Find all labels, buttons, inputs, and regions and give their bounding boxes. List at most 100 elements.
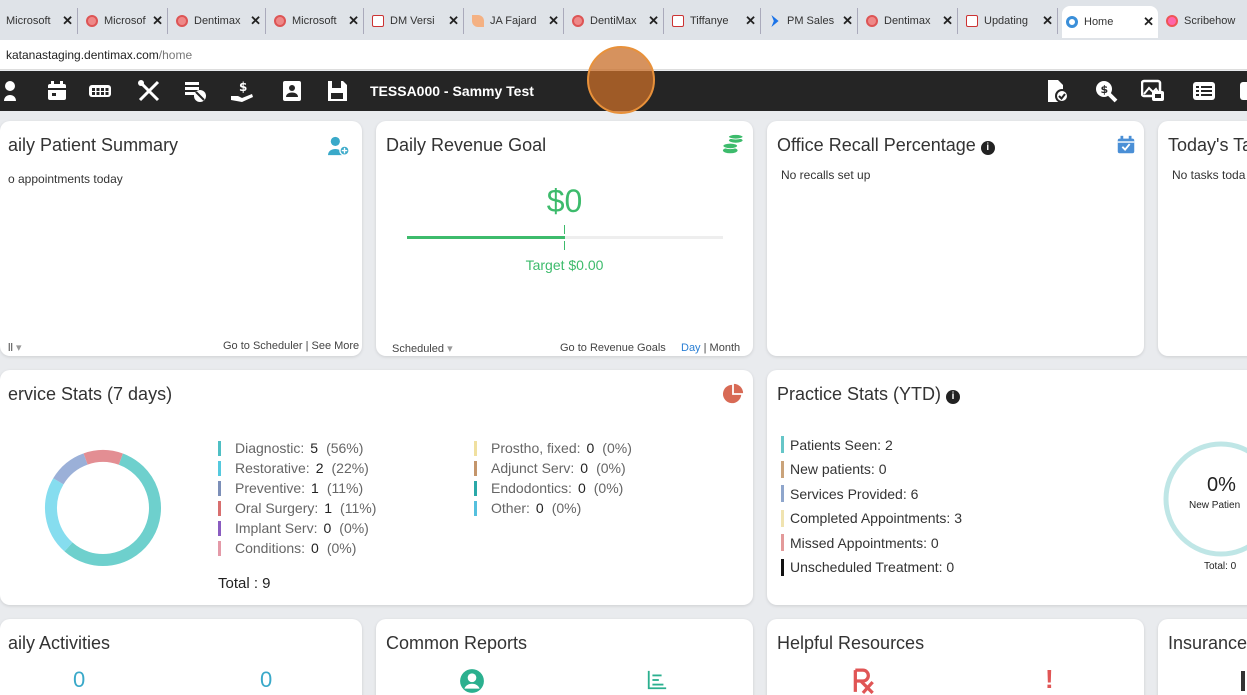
stat-color-bar: [781, 558, 784, 576]
legend-item: Restorative: 2 (22%): [218, 460, 369, 476]
tab-favicon-icon: [1166, 15, 1178, 27]
activity-value-2[interactable]: 0: [260, 667, 272, 693]
more-icon[interactable]: [1238, 79, 1247, 103]
target-tick-bottom: [564, 241, 565, 250]
browser-tab[interactable]: Microsoft ✕: [270, 8, 364, 34]
period-month[interactable]: Month: [710, 342, 741, 354]
browser-tab[interactable]: Updating ✕: [962, 8, 1058, 34]
go-to-revenue-goals-link[interactable]: Go to Revenue Goals: [560, 342, 666, 354]
tab-close-icon[interactable]: ✕: [842, 13, 853, 29]
browser-tab[interactable]: Microsoft ✕: [82, 8, 168, 34]
tab-favicon-icon: [176, 15, 188, 27]
user-circle-icon[interactable]: [459, 668, 485, 694]
tab-close-icon[interactable]: ✕: [745, 13, 756, 29]
period-day[interactable]: Day: [681, 342, 701, 354]
activity-value-1[interactable]: 0: [73, 667, 85, 693]
tab-close-icon[interactable]: ✕: [250, 13, 261, 29]
appointments-message: o appointments today: [8, 172, 123, 186]
legend-item: Prostho, fixed: 0 (0%): [474, 440, 632, 456]
tab-title: Home: [1084, 16, 1114, 28]
tab-title: Microsoft: [104, 15, 147, 27]
card-title: Common Reports: [386, 633, 528, 653]
browser-tab[interactable]: PM Sales ✕: [765, 8, 858, 34]
calendar-check-icon[interactable]: [1115, 134, 1137, 156]
see-more-link[interactable]: See More: [311, 340, 359, 352]
patient-icon[interactable]: [4, 79, 28, 103]
legend-percent: (22%): [331, 460, 369, 476]
browser-tab[interactable]: Home ✕: [1062, 6, 1158, 38]
bar-chart-icon[interactable]: [646, 669, 668, 691]
donut-slice: [53, 453, 88, 485]
prescription-rx-icon[interactable]: [851, 668, 877, 694]
calendar-icon[interactable]: [45, 79, 69, 103]
list-icon[interactable]: [1192, 79, 1216, 103]
tab-title: Updating: [984, 15, 1029, 27]
go-to-scheduler-link[interactable]: Go to Scheduler: [223, 340, 303, 352]
search-dollar-icon[interactable]: $: [1094, 79, 1118, 103]
pie-chart-icon[interactable]: [722, 383, 744, 405]
practice-stat-item: Services Provided: 6: [781, 485, 918, 502]
tab-close-icon[interactable]: ✕: [348, 13, 359, 29]
donut-slice: [45, 478, 73, 552]
browser-tab[interactable]: Dentimax ✕: [862, 8, 958, 34]
legend-item: Adjunct Serv: 0 (0%): [474, 460, 626, 476]
revenue-filter-dropdown[interactable]: Scheduled ▾: [392, 342, 453, 355]
info-icon[interactable]: i: [946, 390, 961, 404]
legend-label: Implant Serv:: [235, 520, 318, 536]
legend-percent: (56%): [326, 440, 364, 456]
legend-count: 1: [324, 500, 333, 516]
revenue-target: Target $0.00: [525, 257, 604, 273]
patient-filter-dropdown[interactable]: ll ▾: [8, 341, 21, 354]
tab-close-icon[interactable]: ✕: [1143, 14, 1154, 30]
tab-close-icon[interactable]: ✕: [942, 13, 953, 29]
browser-tab[interactable]: Tiffanye ✕: [668, 8, 761, 34]
tab-close-icon[interactable]: ✕: [548, 13, 559, 29]
contact-card-icon[interactable]: [280, 79, 304, 103]
url-path: /home: [158, 47, 193, 62]
stat-label: Patients Seen: 2: [790, 436, 893, 453]
practice-stat-item: Patients Seen: 2: [781, 436, 893, 453]
browser-tab[interactable]: Scribehow: [1162, 8, 1247, 34]
dental-tools-icon[interactable]: [137, 79, 161, 103]
legend-label: Oral Surgery:: [235, 500, 319, 516]
url-host: katanastaging.dentimax.com: [6, 47, 159, 62]
teeth-chart-icon[interactable]: [88, 79, 112, 103]
prescription-icon[interactable]: [183, 79, 207, 103]
tab-title: PM Sales: [787, 15, 835, 27]
card-title: Daily Revenue Goal: [386, 135, 547, 155]
browser-tab[interactable]: DentiMax ✕: [568, 8, 664, 34]
document-check-icon[interactable]: [1045, 79, 1069, 103]
tab-favicon-icon: [771, 15, 779, 27]
legend-color-swatch: [218, 520, 221, 536]
browser-tab[interactable]: Dentimax ✕: [172, 8, 266, 34]
tab-close-icon[interactable]: ✕: [1042, 13, 1053, 29]
service-stats-card: ervice Stats (7 days) Diagnostic: 5 (56%) R…: [0, 370, 753, 605]
save-icon[interactable]: [325, 79, 349, 103]
donut-slice: [83, 450, 123, 465]
add-user-icon[interactable]: [328, 135, 350, 157]
helpful-resources-card: Helpful Resources !: [767, 619, 1144, 695]
info-icon[interactable]: i: [980, 141, 995, 155]
filter-value: ll: [8, 342, 13, 354]
browser-tab[interactable]: Microsoft ✕: [0, 8, 78, 34]
alert-icon[interactable]: !: [1045, 664, 1054, 695]
image-gallery-icon[interactable]: [1141, 79, 1165, 103]
stat-label: New patients: 0: [790, 461, 887, 477]
tab-close-icon[interactable]: ✕: [448, 13, 459, 29]
ring-total: Total: 0: [1204, 561, 1237, 572]
legend-color-swatch: [218, 440, 221, 456]
insurance-icon[interactable]: [1241, 671, 1245, 691]
legend-item: Other: 0 (0%): [474, 500, 581, 516]
tab-close-icon[interactable]: ✕: [152, 13, 163, 29]
patient-name[interactable]: TESSA000 - Sammy Test: [370, 83, 534, 99]
browser-tab[interactable]: JA Fajard ✕: [468, 8, 564, 34]
daily-activities-card: aily Activities 0 0: [0, 619, 362, 695]
ring-label: New Patien: [1189, 500, 1241, 511]
tab-close-icon[interactable]: ✕: [62, 13, 73, 29]
browser-tab[interactable]: DM Versi ✕: [368, 8, 464, 34]
title-text: Practice Stats (YTD): [777, 384, 942, 404]
revenue-amount: $0: [546, 183, 583, 219]
tab-close-icon[interactable]: ✕: [648, 13, 659, 29]
coins-icon[interactable]: [722, 134, 744, 156]
payment-hand-icon[interactable]: $: [230, 79, 254, 103]
